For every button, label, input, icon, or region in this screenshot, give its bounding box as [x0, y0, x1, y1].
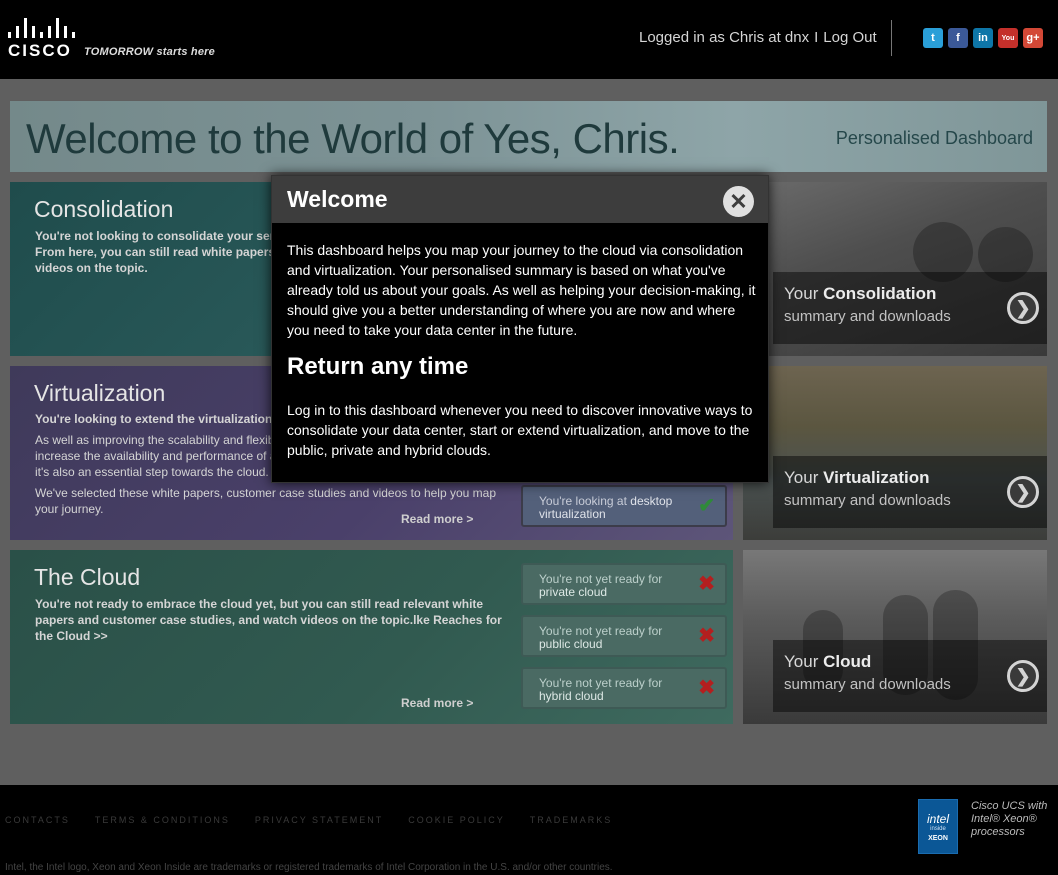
intel-inside: inside [930, 825, 946, 832]
site-footer: CONTACTS TERMS & CONDITIONS PRIVACY STAT… [0, 785, 1058, 875]
logged-in-text: Logged in as Chris at dnx [639, 29, 810, 46]
status-bold: desktop [630, 494, 673, 508]
card-subtitle: summary and downloads [784, 676, 951, 693]
card-title: Virtualization [823, 468, 930, 487]
cross-icon: ✖ [698, 573, 715, 595]
social-links: t f in You g+ [923, 28, 1043, 48]
intel-brand: intel [926, 811, 949, 826]
twitter-icon[interactable]: t [923, 28, 943, 48]
chevron-right-icon[interactable]: ❯ [1007, 476, 1039, 508]
chevron-right-icon[interactable]: ❯ [1007, 292, 1039, 324]
trademark-note: Intel, the Intel logo, Xeon and Xeon Ins… [5, 862, 613, 873]
logout-link[interactable]: Log Out [823, 29, 876, 46]
intel-xeon-logo: intel inside XEON [918, 799, 958, 854]
modal-header: Welcome ✕ [272, 176, 768, 223]
youtube-icon[interactable]: You [998, 28, 1018, 48]
status-bold: private cloud [539, 585, 608, 599]
status-prefix: You're looking at [539, 494, 627, 508]
status-prefix: You're not yet ready for [539, 624, 663, 638]
virtualization-read-more-link[interactable]: Read more > [401, 512, 473, 526]
status-prefix: You're not yet ready for [539, 572, 663, 586]
page-title: Welcome to the World of Yes, Chris. [26, 115, 680, 162]
card-your: Your [784, 468, 819, 487]
card-overlay: Your Cloud summary and downloads ❯ [773, 640, 1047, 712]
page-subtitle: Personalised Dashboard [835, 128, 1033, 148]
facebook-icon[interactable]: f [948, 28, 968, 48]
card-your: Your [784, 652, 819, 671]
cisco-logo-bars-icon [8, 18, 75, 38]
header-divider [891, 20, 892, 56]
login-status: Logged in as Chris at dnx I Log Out [639, 29, 877, 46]
check-icon: ✔ [698, 495, 715, 517]
modal-body-text-2: Log in to this dashboard whenever you ne… [287, 402, 753, 458]
cloud-read-more-link[interactable]: Read more > [401, 696, 473, 710]
modal-title: Welcome [287, 186, 388, 212]
card-subtitle: summary and downloads [784, 492, 951, 509]
footer-link-cookie[interactable]: COOKIE POLICY [408, 815, 505, 825]
cloud-title: The Cloud [34, 564, 141, 590]
card-title: Consolidation [823, 284, 937, 303]
cisco-logo[interactable]: CISCO [8, 18, 75, 61]
footer-link-trademarks[interactable]: TRADEMARKS [530, 815, 613, 825]
cloud-panel: The Cloud You're not ready to embrace th… [10, 550, 733, 724]
status-bold: public cloud [539, 637, 603, 651]
status-prefix: You're not yet ready for [539, 676, 663, 690]
intel-caption: Cisco UCS with Intel® Xeon® processors [971, 800, 1048, 838]
footer-link-terms[interactable]: TERMS & CONDITIONS [95, 815, 230, 825]
modal-body-text: This dashboard helps you map your journe… [287, 242, 756, 338]
intel-product: XEON [928, 834, 948, 842]
card-subtitle: summary and downloads [784, 308, 951, 325]
card-overlay: Your Virtualization summary and download… [773, 456, 1047, 528]
cross-icon: ✖ [698, 625, 715, 647]
tagline: TOMORROW starts here [84, 46, 215, 58]
card-your: Your [784, 284, 819, 303]
card-overlay: Your Consolidation summary and downloads… [773, 272, 1047, 344]
hybrid-cloud-status: You're not yet ready for hybrid cloud ✖ [521, 667, 727, 709]
desktop-virtualization-status: You're looking at desktop virtualization … [521, 485, 727, 527]
close-icon[interactable]: ✕ [723, 186, 754, 217]
googleplus-icon[interactable]: g+ [1023, 28, 1043, 48]
card-title: Cloud [823, 652, 872, 671]
welcome-banner: Welcome to the World of Yes, Chris. Pers… [10, 101, 1047, 172]
status-bold: hybrid cloud [539, 689, 604, 703]
private-cloud-status: You're not yet ready for private cloud ✖ [521, 563, 727, 605]
virtualization-title: Virtualization [34, 380, 166, 406]
footer-link-privacy[interactable]: PRIVACY STATEMENT [255, 815, 383, 825]
site-header: CISCO TOMORROW starts here Logged in as … [0, 0, 1058, 79]
cross-icon: ✖ [698, 677, 715, 699]
status-bold2: virtualization [539, 507, 606, 521]
virtualization-summary-card[interactable]: Your Virtualization summary and download… [743, 366, 1047, 540]
login-separator: I [814, 29, 819, 46]
cloud-text: You're not ready to embrace the cloud ye… [35, 597, 502, 643]
public-cloud-status: You're not yet ready for public cloud ✖ [521, 615, 727, 657]
footer-link-contacts[interactable]: CONTACTS [5, 815, 70, 825]
consolidation-title: Consolidation [34, 196, 174, 222]
chevron-right-icon[interactable]: ❯ [1007, 660, 1039, 692]
cloud-summary-card[interactable]: Your Cloud summary and downloads ❯ [743, 550, 1047, 724]
modal-subheading: Return any time [287, 353, 469, 380]
linkedin-icon[interactable]: in [973, 28, 993, 48]
consolidation-summary-card[interactable]: Your Consolidation summary and downloads… [743, 182, 1047, 356]
logo-text: CISCO [8, 41, 72, 60]
welcome-modal: Welcome ✕ This dashboard helps you map y… [271, 175, 769, 483]
footer-links: CONTACTS TERMS & CONDITIONS PRIVACY STAT… [5, 815, 612, 825]
